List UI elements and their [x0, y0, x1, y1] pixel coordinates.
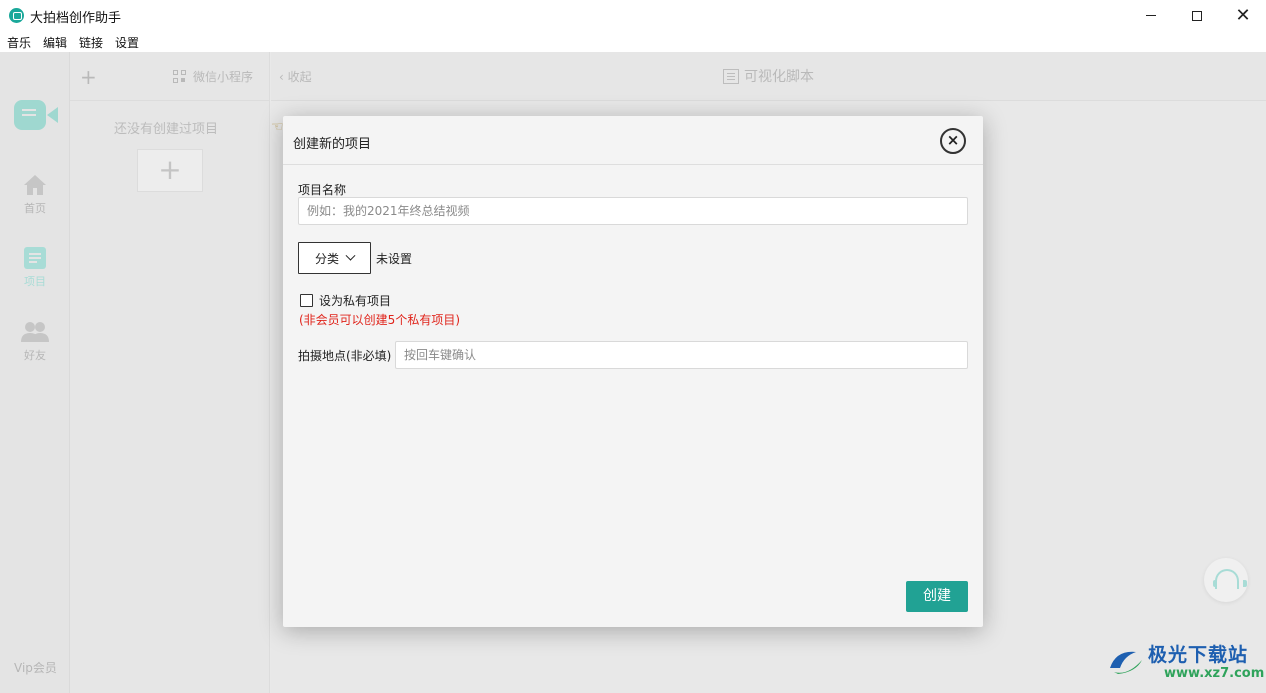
nav-projects[interactable]: 项目 [0, 246, 70, 289]
watermark: 极光下载站 www.xz7.com [1106, 640, 1265, 686]
visual-script-label: 可视化脚本 [744, 69, 814, 85]
brand-logo-icon [14, 100, 58, 136]
maximize-button[interactable] [1174, 0, 1220, 31]
nav-friends[interactable]: 好友 [0, 320, 70, 363]
private-project-checkbox[interactable] [300, 294, 313, 307]
collapse-label: 收起 [287, 70, 312, 84]
friends-icon [21, 322, 49, 342]
category-value: 未设置 [376, 252, 413, 266]
category-dropdown[interactable]: 分类 [298, 242, 371, 274]
location-input[interactable] [395, 341, 968, 369]
qr-code-icon [173, 69, 187, 84]
private-project-option[interactable]: 设为私有项目 [300, 292, 391, 309]
create-button[interactable]: 创建 [906, 581, 968, 612]
nav-friends-label: 好友 [24, 349, 46, 362]
category-label: 分类 [314, 251, 339, 266]
nav-home-label: 首页 [24, 202, 46, 215]
minimize-button[interactable] [1128, 0, 1174, 31]
menu-settings[interactable]: 设置 [115, 34, 139, 51]
nav-projects-label: 项目 [24, 275, 46, 288]
maximize-icon [1192, 10, 1202, 21]
watermark-logo-icon [1110, 651, 1142, 674]
create-project-tile[interactable]: + [137, 149, 203, 192]
window-title: 大拍档创作助手 [30, 11, 122, 26]
dialog-title: 创建新的项目 [293, 137, 372, 152]
watermark-brand: 极光下载站 [1148, 644, 1249, 666]
add-project-button[interactable]: + [80, 65, 97, 89]
main-header: ‹ 收起 可视化脚本 [271, 52, 1266, 101]
project-list-panel: + 微信小程序 还没有创建过项目 + [70, 52, 270, 693]
project-name-label: 项目名称 [298, 183, 347, 197]
project-list-header: + 微信小程序 [70, 52, 270, 101]
left-nav: 首页 项目 好友 Vip会员 [0, 52, 70, 693]
wechat-miniapp-button[interactable]: 微信小程序 [173, 68, 253, 85]
nav-home[interactable]: 首页 [0, 173, 70, 216]
menu-edit[interactable]: 编辑 [43, 34, 67, 51]
title-bar: 大拍档创作助手 ✕ [0, 0, 1266, 31]
app-logo-icon [9, 8, 24, 23]
private-project-note: (非会员可以创建5个私有项目) [299, 313, 460, 327]
chevron-left-icon: ‹ [279, 70, 288, 84]
chevron-down-icon [345, 250, 356, 261]
home-icon [24, 175, 46, 195]
empty-projects-text: 还没有创建过项目 [114, 122, 219, 137]
wechat-miniapp-label: 微信小程序 [193, 70, 254, 84]
watermark-url: www.xz7.com [1164, 666, 1265, 681]
vip-link[interactable]: Vip会员 [14, 659, 57, 676]
create-project-dialog: 创建新的项目 × 项目名称 分类 未设置 设为私有项目 (非会员可以创建5个私有… [283, 116, 983, 627]
pointing-hand-icon: ☜ [271, 119, 284, 135]
document-icon [24, 247, 46, 269]
list-icon [723, 68, 739, 84]
close-window-button[interactable]: ✕ [1220, 0, 1266, 31]
dialog-close-button[interactable]: × [940, 128, 966, 154]
customer-support-button[interactable] [1204, 558, 1248, 602]
menu-bar: 音乐 编辑 链接 设置 [0, 31, 1266, 52]
location-label: 拍摄地点(非必填) [298, 349, 392, 363]
menu-music[interactable]: 音乐 [7, 34, 31, 51]
minimize-icon [1146, 15, 1156, 16]
close-icon: ✕ [1235, 4, 1251, 26]
collapse-button[interactable]: ‹ 收起 [279, 68, 312, 85]
private-project-label: 设为私有项目 [319, 294, 392, 308]
visual-script-tab[interactable]: 可视化脚本 [723, 66, 814, 86]
menu-link[interactable]: 链接 [79, 34, 103, 51]
project-name-input[interactable] [298, 197, 968, 225]
dialog-header: 创建新的项目 × [283, 116, 983, 165]
